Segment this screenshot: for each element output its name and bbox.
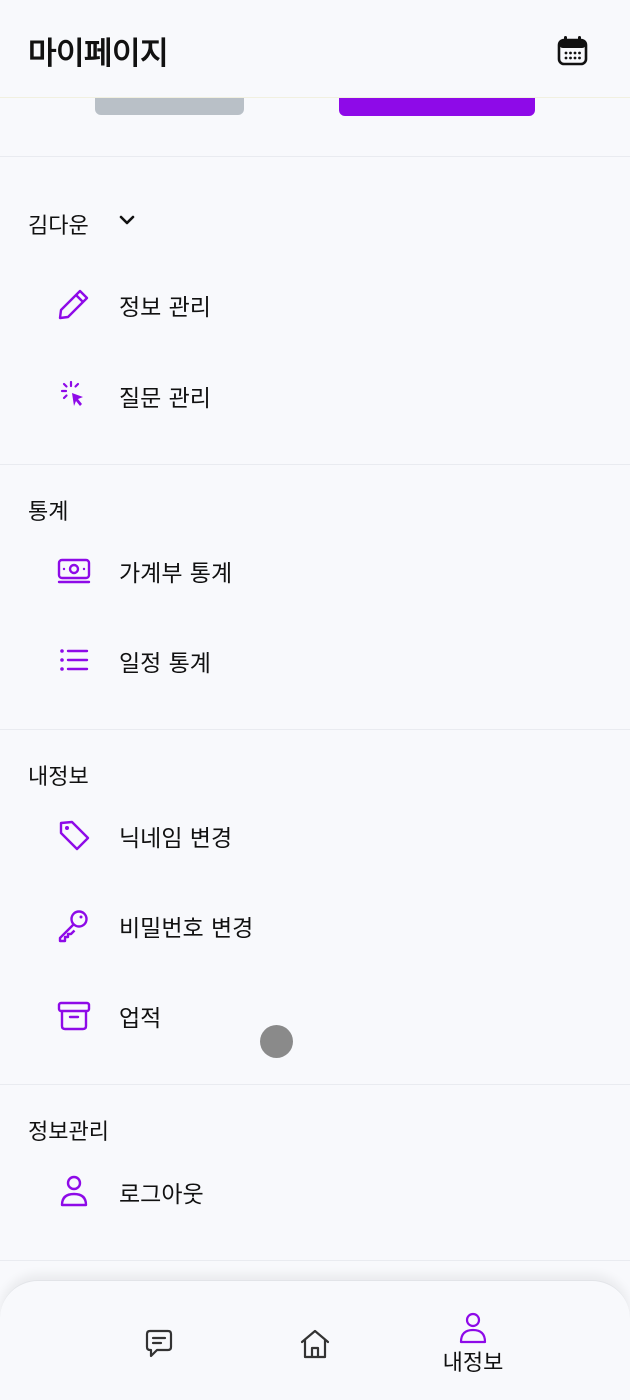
- divider: [0, 1084, 630, 1085]
- menu-item-budget-stats[interactable]: 가계부 통계: [0, 531, 630, 611]
- menu-item-logout[interactable]: 로그아웃: [0, 1152, 630, 1232]
- list-icon: [55, 641, 93, 679]
- cursor-click-icon: [55, 376, 93, 414]
- nav-my-info-button[interactable]: 내정보: [420, 1301, 526, 1379]
- nav-home-button[interactable]: [283, 1319, 347, 1369]
- menu-item-label: 질문 관리: [119, 386, 211, 412]
- divider: [0, 464, 630, 465]
- menu-item-password-change[interactable]: 비밀번호 변경: [0, 886, 630, 966]
- bottom-navigation: 내정보: [0, 1280, 630, 1400]
- section-heading-account: 정보관리: [28, 1120, 109, 1145]
- archive-box-icon: [55, 996, 93, 1034]
- menu-item-label: 로그아웃: [119, 1182, 204, 1208]
- divider: [0, 1260, 630, 1261]
- menu-item-label: 일정 통계: [119, 651, 211, 677]
- divider: [0, 156, 630, 157]
- user-name-toggle[interactable]: 김다운: [28, 208, 89, 240]
- section-heading-my-info: 내정보: [28, 765, 89, 790]
- menu-item-label: 가계부 통계: [119, 561, 233, 587]
- nav-chat-button[interactable]: [126, 1319, 190, 1369]
- tab-active-stub[interactable]: [339, 98, 535, 116]
- menu-item-label: 비밀번호 변경: [119, 916, 254, 942]
- calendar-icon[interactable]: [556, 34, 589, 67]
- chevron-down-icon[interactable]: [118, 213, 136, 227]
- menu-item-label: 정보 관리: [119, 295, 211, 321]
- money-icon: [55, 551, 93, 589]
- user-icon: [55, 1172, 93, 1210]
- menu-item-achievements[interactable]: 업적: [0, 976, 630, 1056]
- touch-indicator: [260, 1025, 293, 1058]
- section-heading-stats: 통계: [28, 500, 69, 525]
- nav-label-my-info: 내정보: [442, 1351, 504, 1376]
- chat-icon: [142, 1327, 176, 1361]
- menu-item-info-manage[interactable]: 정보 관리: [0, 265, 630, 345]
- page-title: 마이페이지: [28, 36, 169, 72]
- home-icon: [298, 1327, 332, 1361]
- user-icon: [455, 1311, 491, 1345]
- tag-icon: [55, 816, 93, 854]
- menu-item-label: 업적: [119, 1006, 162, 1032]
- app-header: 마이페이지: [0, 0, 630, 98]
- menu-item-schedule-stats[interactable]: 일정 통계: [0, 621, 630, 701]
- key-icon: [55, 906, 93, 944]
- menu-item-label: 닉네임 변경: [119, 826, 233, 852]
- menu-item-question-manage[interactable]: 질문 관리: [0, 356, 630, 436]
- pencil-icon: [55, 285, 93, 323]
- menu-item-nickname-change[interactable]: 닉네임 변경: [0, 796, 630, 876]
- divider: [0, 729, 630, 730]
- tab-inactive-stub[interactable]: [95, 98, 244, 115]
